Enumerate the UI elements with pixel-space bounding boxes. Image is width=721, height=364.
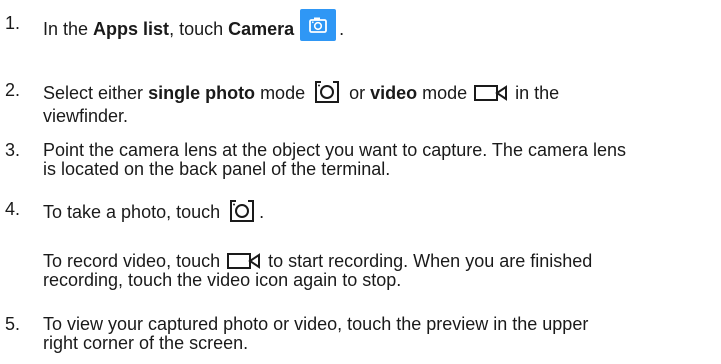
camera-term: Camera	[228, 18, 295, 39]
photo-mode-icon	[312, 79, 342, 105]
camera-app-icon	[300, 9, 337, 41]
step-text: Point the camera lens at the object you …	[43, 140, 626, 179]
step-text: To view your captured photo or video, to…	[43, 314, 589, 353]
step-4-video-paragraph: To record video, touch to start recordin…	[43, 251, 593, 291]
step-text: In the Apps list, touch Camera .	[43, 9, 715, 46]
single-photo-term: single photo	[148, 82, 256, 103]
step-text: To take a photo, touch .	[43, 200, 715, 226]
step-text: Select either single photo mode or video…	[43, 81, 715, 126]
step-number: 4.	[5, 199, 21, 219]
video-term: video	[370, 82, 418, 103]
step-number: 2.	[5, 80, 21, 100]
step-number: 3.	[5, 140, 21, 160]
step-number: 1.	[5, 13, 21, 33]
apps-list-term: Apps list	[93, 18, 170, 39]
step-number: 5.	[5, 314, 21, 334]
video-mode-icon	[227, 252, 261, 270]
photo-mode-icon	[227, 198, 257, 224]
video-mode-icon	[474, 84, 508, 102]
